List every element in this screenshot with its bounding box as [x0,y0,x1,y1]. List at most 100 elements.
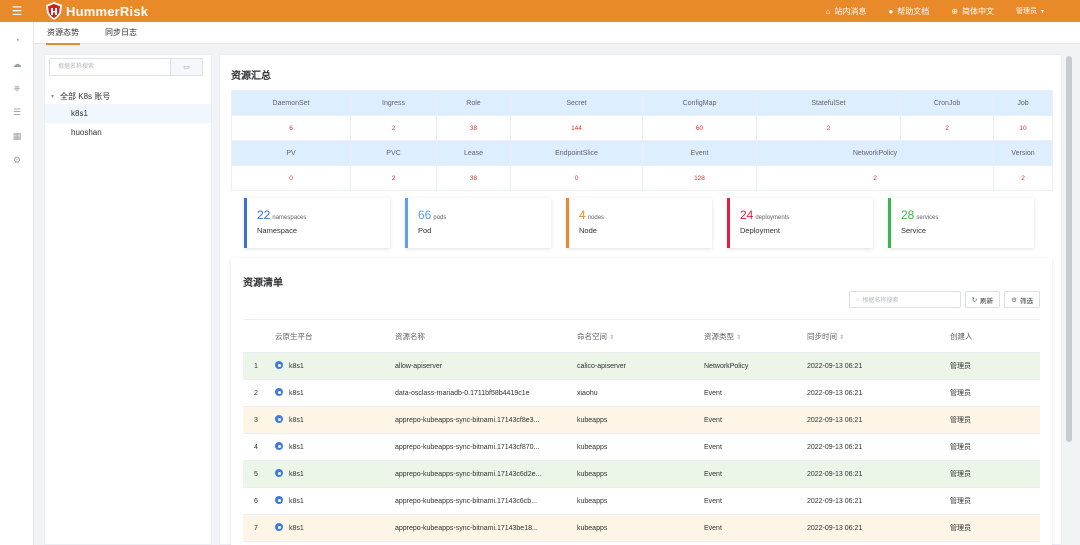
brand-name: HummerRisk [66,3,149,19]
stat-card-deployment[interactable]: 24 deployments Deployment [727,198,873,248]
kubernetes-icon [275,496,283,504]
stat-card-pod[interactable]: 66 pods Pod [405,198,551,248]
table-cell-creator: 管理员 [944,487,1040,515]
table-cell-text: Event [704,524,722,532]
filter-label: 筛选 [1020,297,1033,305]
summary-value-cell: 10 [993,115,1053,141]
main-scrollbar[interactable] [1066,56,1072,442]
table-cell-type: Event [698,514,801,542]
table-cell-type: Event [698,379,801,407]
stat-card-name: Node [579,226,597,235]
tab-bar: 资源态势 同步日志 [34,22,1080,45]
table-cell-text: k8s1 [289,389,304,397]
cloud-icon[interactable]: ☁ [0,52,34,76]
table-cell-platform: k8s1 [269,379,389,407]
tree-root-all-accounts[interactable]: ▾ 全部 K8s 账号 [45,88,211,104]
tree-node-huoshan[interactable]: huoshan [45,123,211,142]
language-switch[interactable]: ⊕ 简体中文 [951,6,994,17]
table-cell-ns: xiaohu [571,379,698,407]
kubernetes-icon [275,415,283,423]
table-cell-text: apprepo-kubeapps-sync-bitnami.17143be18.… [395,524,538,532]
table-cell-text: apprepo-kubeapps-sync-bitnami.17143c6d2e… [395,470,542,478]
table-row[interactable]: 3 k8s1 apprepo-kubeapps-sync-bitnami.17143… [243,406,1040,434]
stat-card-node[interactable]: 4 nodes Node [566,198,712,248]
stat-card-service[interactable]: 28 services Service [888,198,1034,248]
table-row[interactable]: 6 k8s1 apprepo-kubeapps-sync-bitnami.17143… [243,487,1040,515]
table-cell-text: 5 [254,470,258,478]
sort-icon[interactable]: ⇕ [736,335,741,341]
column-header-label: 命名空间 [577,331,607,341]
apps-icon[interactable]: ▦ [0,124,34,148]
folder-icon[interactable]: ▭ [171,58,203,76]
sort-icon[interactable]: ⇕ [609,335,614,341]
stat-card-unit: services [916,215,939,221]
table-cell-text: 7 [254,524,258,532]
table-cell-text: 3 [254,416,258,424]
summary-value-cell: 6 [231,115,351,141]
summary-header-cell: PVC [350,140,437,166]
tree-node-k8s1[interactable]: k8s1 [45,104,211,123]
column-header[interactable]: 同步时间 ⇕ [801,319,944,353]
summary-header-cell: StatefulSet [756,90,901,116]
kubernetes-icon [275,469,283,477]
settings-icon[interactable]: ⚙ [0,148,34,172]
table-cell-ns: kubeapps [571,460,698,488]
table-cell-platform: k8s1 [269,487,389,515]
summary-header-cell: PV [231,140,351,166]
table-cell-time: 2022-09-13 06:21 [801,460,944,488]
filter-button[interactable]: ⚙ 筛选 [1004,291,1040,308]
dashboard-icon[interactable]: ◔ [0,28,34,52]
user-name: 管理员 [1015,8,1037,15]
table-cell-text: 2022-09-13 06:21 [807,470,863,478]
side-rail: ◔ ☁ ⎈ ☰ ▦ ⚙ [0,22,34,545]
table-cell-text: kubeapps [577,497,608,505]
table-cell-time: 2022-09-13 06:21 [801,433,944,461]
sort-icon[interactable]: ⇕ [839,335,844,341]
table-row[interactable]: 5 k8s1 apprepo-kubeapps-sync-bitnami.17143… [243,460,1040,488]
tab-resource-status[interactable]: 资源态势 [34,22,92,45]
k8s-icon[interactable]: ⎈ [0,76,34,100]
table-cell-text: data-osclass-mariadb-0.1711bf58b4419c1e [395,389,530,397]
table-row[interactable]: 1 k8s1 allow-apiserver calico-apiserver Netw… [243,352,1040,380]
column-header[interactable]: 资源类型 ⇕ [698,319,801,353]
language-label: 简体中文 [961,6,994,16]
messages-link[interactable]: ⌂ 站内消息 [826,6,867,17]
list-icon[interactable]: ☰ [0,100,34,124]
summary-table: DaemonSet Ingress Role Secret ConfigMap State… [231,90,1053,191]
table-cell-name: apprepo-kubeapps-sync-bitnami.17143c6d2e… [389,460,571,488]
stat-card-unit: nodes [587,215,605,221]
stat-card-count: 24 [740,208,754,222]
refresh-button[interactable]: ↻ 刷新 [964,291,1001,308]
table-cell-text: k8s1 [289,443,304,451]
logo[interactable]: HummerRisk [46,2,148,20]
tree-search-input[interactable]: 根据名称搜索 [49,58,171,76]
column-header-label: 云原生平台 [275,331,313,341]
table-cell-name: apprepo-kubeapps-sync-bitnami.17143be18.… [389,514,571,542]
table-cell-text: Event [704,389,722,397]
table-cell-idx: 5 [243,460,269,488]
list-search-input[interactable]: ○ 根据名称搜索 [848,291,961,308]
kubernetes-icon [275,361,283,369]
table-cell-type: Event [698,433,801,461]
table-row[interactable]: 7 k8s1 apprepo-kubeapps-sync-bitnami.17143… [243,514,1040,542]
table-cell-text: apprepo-kubeapps-sync-bitnami.17143c6cb.… [395,497,538,505]
stat-card-namespace[interactable]: 22 namespaces Namespace [244,198,390,248]
table-cell-idx: 3 [243,406,269,434]
user-menu[interactable]: 管理员 ▾ [1016,6,1044,16]
help-icon: ● [888,6,894,16]
tab-sync-log[interactable]: 同步日志 [92,22,150,44]
summary-value-cell: 38 [436,165,511,191]
help-docs-link[interactable]: ● 帮助文档 [888,6,929,17]
table-cell-text: kubeapps [577,470,608,478]
summary-value-cell: 0 [231,165,351,191]
summary-header-cell: Version [993,140,1053,166]
stat-card-unit: deployments [755,215,790,221]
stat-card-count: 66 [418,208,432,222]
column-header-label: 资源类型 [704,331,734,341]
column-header[interactable]: 命名空间 ⇕ [571,319,698,353]
table-row[interactable]: 2 k8s1 data-osclass-mariadb-0.1711bf58b441… [243,379,1040,407]
table-cell-creator: 管理员 [944,406,1040,434]
summary-value-cell: 2 [350,165,437,191]
table-row[interactable]: 4 k8s1 apprepo-kubeapps-sync-bitnami.17143… [243,433,1040,461]
menu-toggle-icon[interactable]: ☰ [0,0,34,22]
